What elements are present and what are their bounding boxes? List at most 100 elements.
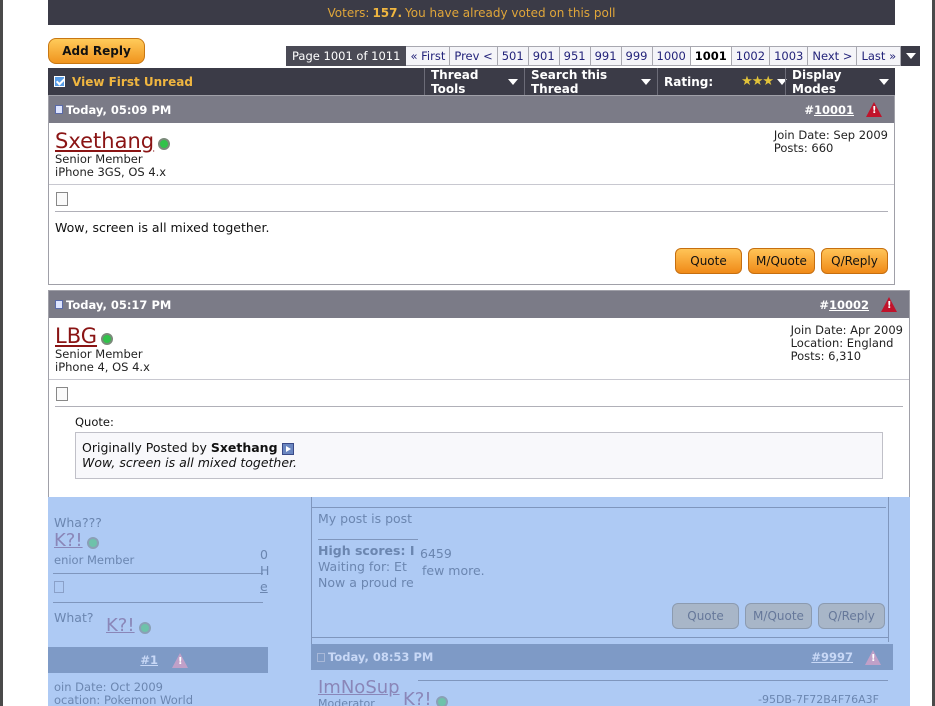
online-status-icon [138,621,151,634]
glitch-username: K?! [54,530,83,551]
user-stats: Join Date: Sep 2009 Posts: 660 [774,129,888,155]
glitch-divider [318,539,418,540]
chevron-down-icon [641,78,651,85]
thread-tools-menu[interactable]: Thread Tools [424,68,524,96]
chevron-down-icon [508,78,518,85]
glitch-text: H [260,563,270,578]
glitch-text: enior Member [54,553,135,567]
glitch-text: Wha??? [54,515,102,530]
glitch-text: 0 [260,547,268,562]
glitch-post-header: Today, 08:53 PM #9997 [311,644,893,670]
view-first-unread-label: View First Unread [72,74,193,89]
post-icon [55,105,63,114]
page-link-901[interactable]: 901 [528,46,560,66]
page-link-first[interactable]: « First [406,46,451,66]
post-number-link[interactable]: 10002 [829,298,869,312]
glitch-text: oin Date: Oct 2009 [54,680,163,694]
user-stats: Join Date: Apr 2009 Location: England Po… [791,324,903,363]
glitch-divider [53,602,263,603]
glitch-user: K?! [403,689,448,706]
post-icon [317,652,325,662]
online-status-icon [158,137,171,150]
user-device: iPhone 4, OS 4.x [55,360,150,374]
page-link-1000[interactable]: 1000 [652,46,691,66]
glitch-text: Now a proud re [318,575,414,590]
pagination: Page 1001 of 1011 « First Prev < 501 901… [286,46,921,66]
quote-text: Wow, screen is all mixed together. [82,455,298,470]
post-number-hash: # [819,297,829,312]
glitch-divider [311,507,886,508]
post-header: Today, 05:17 PM #10002 [49,291,909,318]
user-info: LBG Senior Member iPhone 4, OS 4.x Join … [49,318,909,380]
page-link-991[interactable]: 991 [590,46,622,66]
post-date: Today, 05:17 PM [66,297,172,312]
page-link-999[interactable]: 999 [621,46,653,66]
glitch-text: High scores: I [318,543,415,558]
multi-quote-button[interactable]: M/Quote [748,248,815,274]
post-number-link[interactable]: 10001 [814,103,854,117]
user-info: Sxethang Senior Member iPhone 3GS, OS 4.… [49,123,894,185]
display-modes-menu[interactable]: Display Modes [785,67,895,96]
search-thread-label: Search this Thread [531,67,608,96]
username-link[interactable]: Sxethang [55,129,154,153]
quote-box: Originally Posted by Sxethang Wow, scree… [75,432,883,479]
post-number: #10001 [804,103,854,117]
glitch-text: Moderator [318,697,375,706]
page-link-501[interactable]: 501 [497,46,529,66]
post-date: Today, 05:09 PM [66,102,172,117]
post-count: Posts: 660 [773,141,834,155]
user-title: Senior Member [55,347,143,361]
rating-stars-icon: ★★★ [741,74,774,89]
view-post-icon[interactable] [281,442,294,455]
user-title: Senior Member [55,152,143,166]
report-post-icon[interactable] [866,102,882,117]
glitch-mquote-button: M/Quote [745,603,812,629]
glitch-text: e [260,579,268,594]
page-link-1002[interactable]: 1002 [731,46,771,66]
page-jump-dropdown[interactable] [901,46,921,66]
divider [55,406,903,407]
chevron-down-icon [879,78,889,85]
quote-author: Sxethang [210,440,278,455]
post-number-hash: # [804,102,814,117]
post-document-icon [54,581,64,593]
page-link-1003[interactable]: 1003 [770,46,809,66]
rating-menu[interactable]: Rating: ★★★ [657,68,788,95]
checkbox-icon [54,76,65,87]
glitch-text: Waiting for: Et [318,559,407,574]
rendering-glitch-region: Wha??? K?! enior Member 0 H e What? K?! … [48,497,910,706]
glitch-username: K?! [403,689,432,706]
username-link[interactable]: LBG [55,324,97,348]
view-first-unread-link[interactable]: View First Unread [48,68,424,95]
search-thread-menu[interactable]: Search this Thread [524,67,657,96]
glitch-divider [418,680,888,681]
glitch-post-number: #9997 [811,650,853,664]
page-indicator: Page 1001 of 1011 [286,46,407,66]
quote-button[interactable]: Quote [675,248,742,274]
post-count: Posts: 6,310 [790,349,862,363]
page-link-prev[interactable]: Prev < [450,46,498,66]
report-post-icon [172,653,188,668]
page-link-next[interactable]: Next > [808,46,858,66]
post-message: Wow, screen is all mixed together. [55,220,270,235]
glitch-text: ocation: Pokemon World [54,693,193,706]
report-post-icon[interactable] [881,297,897,312]
page-link-951[interactable]: 951 [559,46,591,66]
glitch-divider [888,497,889,642]
glitch-post-header: #1 [48,647,268,673]
glitch-text: -95DB-7F72B4F76A3F [758,693,879,706]
glitch-user: K?! [54,530,99,551]
post-number: #10002 [819,298,869,312]
quick-reply-button[interactable]: Q/Reply [821,248,888,274]
forum-page: Voters: 157. You have already voted on t… [0,0,935,706]
quote-attribution: Originally Posted by [82,440,207,455]
display-modes-label: Display Modes [792,67,842,96]
glitch-user: K?! [106,615,151,636]
add-reply-button[interactable]: Add Reply [48,38,145,64]
poll-status-bar: Voters: 157. You have already voted on t… [48,0,895,25]
glitch-post-date: Today, 08:53 PM [328,650,434,664]
glitch-text: 6459 [420,546,452,561]
glitch-qreply-button: Q/Reply [818,603,885,629]
page-link-last[interactable]: Last » [857,46,902,66]
online-status-icon [86,536,99,549]
